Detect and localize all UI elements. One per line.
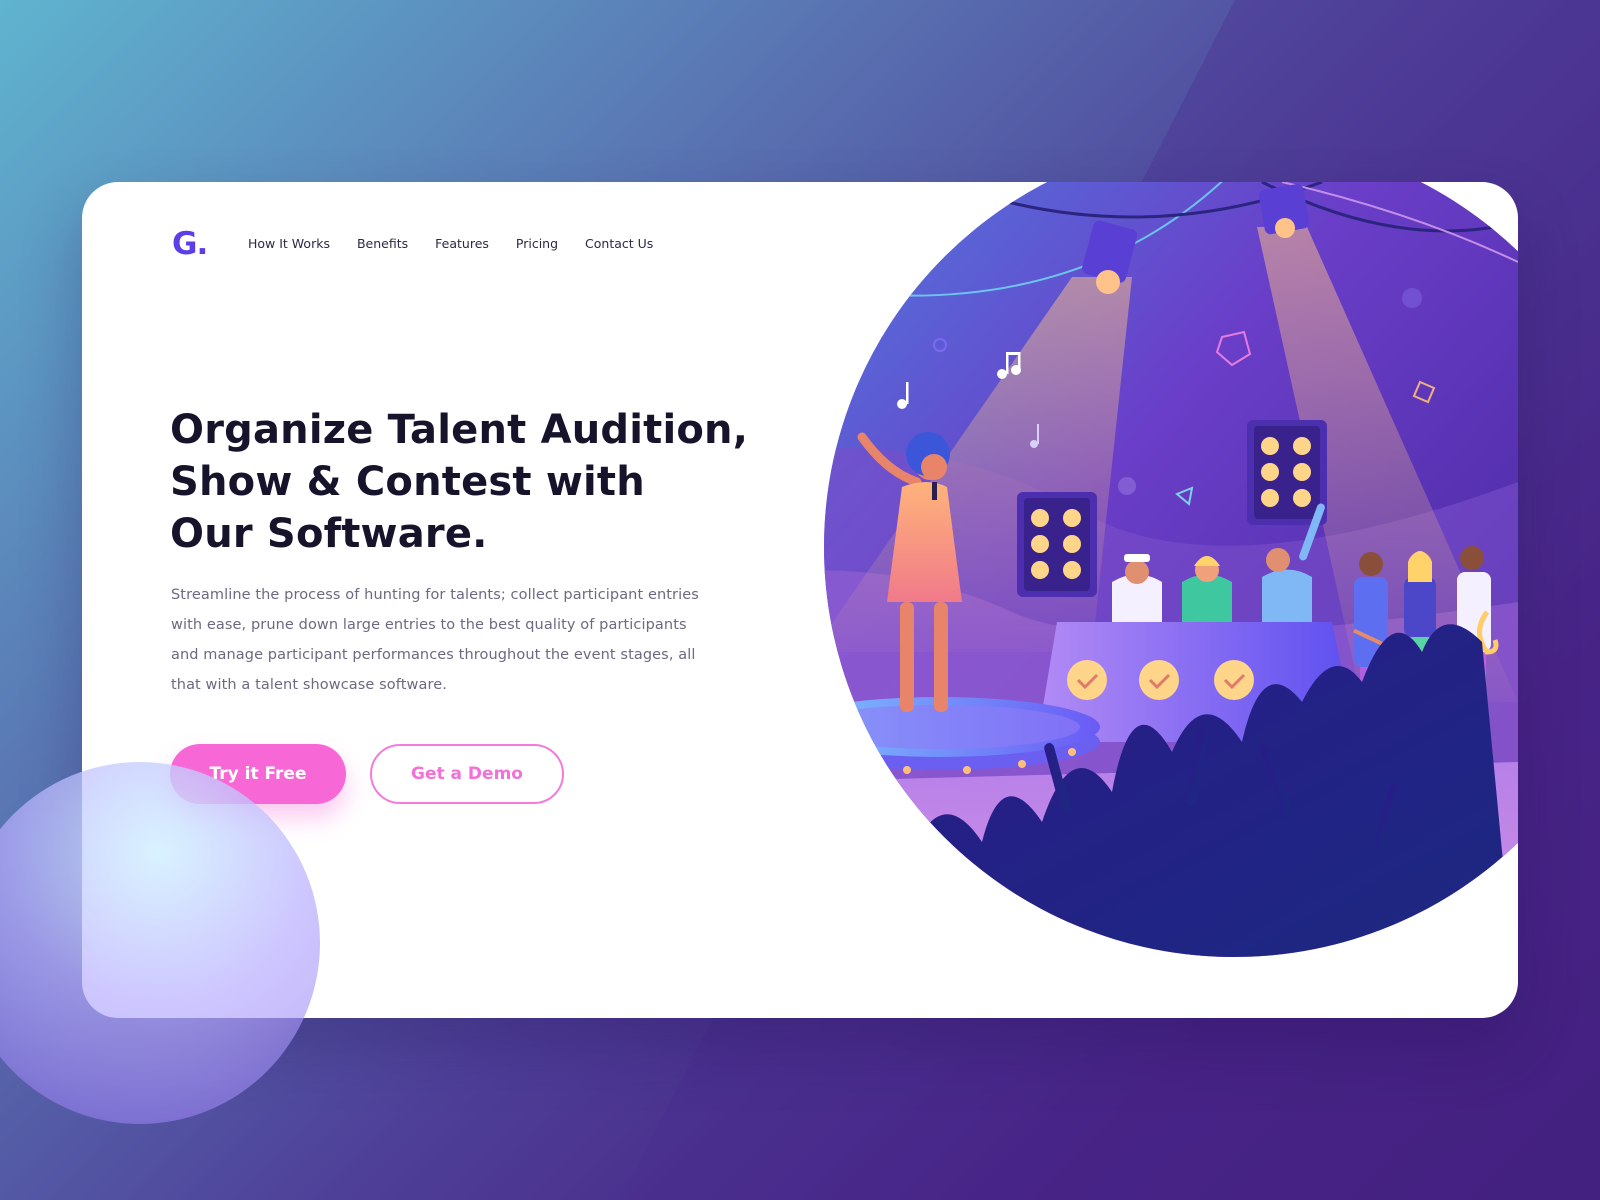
nav-features[interactable]: Features [435,236,489,251]
try-it-free-button[interactable]: Try it Free [170,744,346,804]
get-a-demo-button[interactable]: Get a Demo [370,744,564,804]
check-badge-icon [1139,660,1179,700]
headline-line: Show & Contest with [170,459,645,505]
hero-headline: Organize Talent Audition, Show & Contest… [170,404,770,560]
check-badge-icon [1067,660,1107,700]
nav-pricing[interactable]: Pricing [516,236,558,251]
logo-dot: . [196,226,208,262]
top-nav: How It Works Benefits Features Pricing C… [248,236,680,251]
logo-letter: G [172,226,197,262]
nav-contact-us[interactable]: Contact Us [585,236,653,251]
headline-line: Organize Talent Audition, [170,407,749,453]
check-badge-icon [1214,660,1254,700]
headline-line: Our Software. [170,511,488,557]
microphone-icon [932,482,937,500]
light-panel [1017,492,1097,597]
logo[interactable]: G. [172,226,208,262]
light-panel [1247,420,1327,525]
hero-description: Streamline the process of hunting for ta… [171,587,699,693]
nav-benefits[interactable]: Benefits [357,236,408,251]
nav-how-it-works[interactable]: How It Works [248,236,330,251]
hero-card: G. How It Works Benefits Features Pricin… [82,182,1518,1018]
